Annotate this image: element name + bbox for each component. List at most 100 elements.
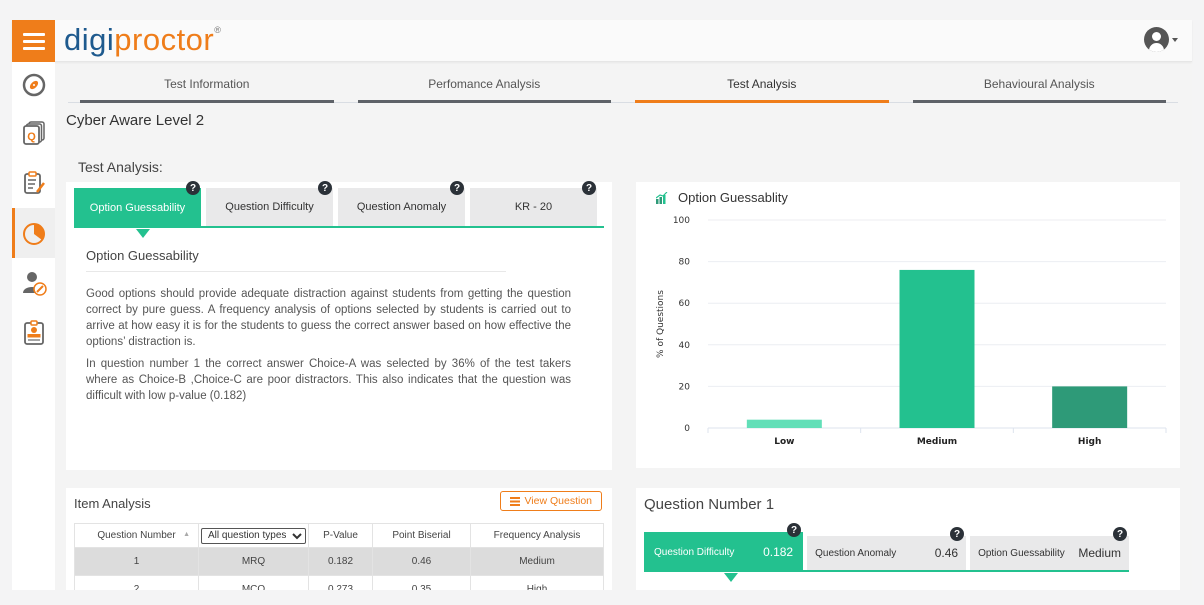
test-edit-icon (23, 171, 45, 194)
analysis-tab-bar: Option Guessability? Question Difficulty… (74, 181, 604, 238)
tab-label: KR - 20 (514, 201, 553, 213)
page-title: Cyber Aware Level 2 (66, 112, 205, 129)
help-icon[interactable]: ? (950, 527, 965, 541)
bar-medium (899, 269, 975, 428)
item-analysis-title: Item Analysis (74, 496, 151, 511)
option-guessability-chart-panel: Option Guessablity 0 20 40 60 80 100 Low Medium… (636, 182, 1180, 468)
y-tick-label: 20 (679, 382, 691, 392)
metric-value: 0.46 (934, 546, 959, 560)
help-icon[interactable]: ? (1113, 527, 1128, 541)
help-icon[interactable]: ? (582, 181, 596, 195)
description-text: Good options should provide adequate dis… (86, 286, 571, 410)
tab-label: Option Guessability (89, 202, 186, 214)
sidebar-item-dashboard[interactable] (12, 62, 55, 108)
y-tick-label: 60 (679, 299, 691, 309)
sidebar: Q (12, 62, 55, 590)
sidebar-item-tests[interactable] (12, 158, 55, 208)
tab-option-guessability[interactable]: Option Guessability? (74, 181, 201, 238)
table-row[interactable]: 2 MCQ 0.273 0.35 High (74, 575, 604, 590)
tab-indicator (357, 100, 611, 103)
hamburger-icon-line (22, 32, 45, 36)
cell-question-type: MRQ (198, 547, 309, 576)
column-label: Question Number (97, 530, 176, 541)
user-avatar-icon (1144, 27, 1169, 52)
question-type-filter[interactable]: All question types (201, 527, 306, 544)
guest-badge-icon (23, 320, 44, 345)
column-label: Point Biserial (392, 530, 451, 541)
tab-test-information[interactable]: Test Information (68, 69, 346, 103)
tab-option-guessability-metric[interactable]: Option Guessability Medium ? (970, 527, 1130, 570)
tab-question-difficulty-metric[interactable]: Question Difficulty 0.182 ? (644, 523, 804, 582)
app-window: digiproctor® Q Test Information Perfoman… (12, 20, 1192, 590)
column-header-frequency-analysis[interactable]: Frequency Analysis (470, 523, 604, 548)
sidebar-item-guest[interactable] (12, 308, 55, 358)
tab-indicator (80, 100, 334, 103)
compass-icon (22, 73, 45, 97)
tab-label: Perfomance Analysis (428, 77, 541, 91)
tab-kr-20[interactable]: KR - 20? (470, 181, 597, 226)
tab-label: Question Difficulty (225, 201, 314, 213)
help-icon[interactable]: ? (450, 181, 464, 195)
metric-label: Question Anomaly (815, 547, 897, 559)
hamburger-icon-line (22, 46, 45, 50)
bar-chart-icon (656, 191, 668, 204)
tab-indicator (912, 100, 1166, 103)
tab-indicator (635, 100, 889, 103)
logo-text-digi: digi (64, 22, 115, 57)
tab-question-anomaly[interactable]: Question Anomaly? (338, 181, 465, 226)
y-axis-label: % of Questions (656, 290, 666, 358)
cell-point-biserial: 0.46 (372, 547, 471, 576)
y-tick-label: 80 (679, 258, 691, 268)
menu-toggle-button[interactable] (12, 20, 55, 62)
metric-value: Medium (1078, 546, 1122, 560)
tab-test-analysis[interactable]: Test Analysis (623, 69, 901, 103)
metric-label: Option Guessability (978, 547, 1065, 559)
x-tick-label: Low (774, 437, 794, 447)
y-tick-label: 40 (679, 341, 691, 351)
column-header-question-number[interactable]: Question Number ▲ (74, 523, 199, 548)
tab-question-anomaly-metric[interactable]: Question Anomaly 0.46 ? (807, 527, 967, 570)
sidebar-item-users[interactable] (12, 258, 55, 308)
cell-frequency: Medium (470, 547, 604, 576)
tab-label: Test Analysis (727, 77, 797, 91)
logo-text-proctor: proctor (114, 22, 215, 57)
help-icon[interactable]: ? (318, 181, 332, 195)
sidebar-item-analytics[interactable] (12, 208, 55, 258)
help-icon[interactable]: ? (787, 523, 802, 537)
bar-chart: 0 20 40 60 80 100 Low Medium High % of Questions (656, 216, 1167, 447)
table-row[interactable]: 1 MRQ 0.182 0.46 Medium (74, 547, 604, 576)
main-tab-bar: Test Information Perfomance Analysis Tes… (68, 69, 1178, 103)
chart-title: Option Guessablity (678, 190, 788, 205)
section-label: Test Analysis: (78, 159, 163, 175)
cell-question-type: MCQ (198, 575, 309, 590)
sidebar-item-question-bank[interactable]: Q (12, 108, 55, 158)
description-paragraph: Good options should provide adequate dis… (86, 288, 571, 348)
x-tick-label: Medium (917, 437, 957, 447)
cell-p-value: 0.182 (308, 547, 373, 576)
user-edit-icon (22, 272, 47, 296)
cell-point-biserial: 0.35 (372, 575, 471, 590)
top-bar: digiproctor® (12, 20, 1192, 62)
cell-question-number: 2 (74, 575, 199, 590)
column-header-p-value[interactable]: P-Value (308, 523, 373, 548)
metric-label: Question Difficulty (654, 546, 735, 558)
description-paragraph: In question number 1 the correct answer … (86, 358, 571, 402)
metric-value: 0.182 (763, 545, 794, 559)
cell-frequency: High (470, 575, 604, 590)
registered-mark: ® (214, 24, 222, 35)
cell-p-value: 0.273 (308, 575, 373, 590)
tab-behavioural-analysis[interactable]: Behavioural Analysis (901, 69, 1179, 103)
tab-question-difficulty[interactable]: Question Difficulty? (206, 181, 333, 226)
question-metric-tabs: Question Difficulty 0.182 ? Question Ano… (644, 523, 1130, 582)
bar-high (1052, 386, 1128, 428)
question-detail-title: Question Number 1 (644, 496, 775, 513)
bar-low (746, 419, 822, 428)
view-question-button[interactable]: View Question (500, 491, 602, 511)
column-header-point-biserial[interactable]: Point Biserial (372, 523, 471, 548)
user-menu[interactable] (1144, 27, 1178, 52)
tab-performance-analysis[interactable]: Perfomance Analysis (346, 69, 624, 103)
brand-logo[interactable]: digiproctor® (64, 22, 221, 58)
help-icon[interactable]: ? (186, 181, 200, 195)
y-tick-label: 0 (684, 424, 690, 434)
chart-header: Option Guessablity (656, 190, 788, 205)
